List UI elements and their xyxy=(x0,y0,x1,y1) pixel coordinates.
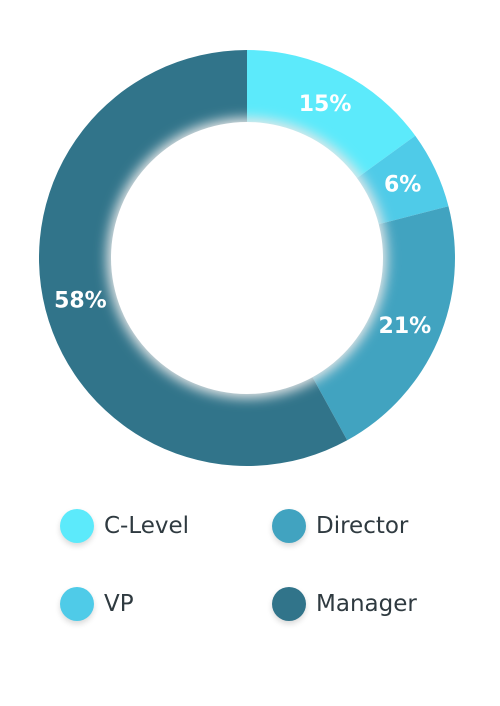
legend-label-director: Director xyxy=(316,513,409,539)
legend-swatch-c-level xyxy=(60,509,94,543)
legend-swatch-manager xyxy=(272,587,306,621)
slice-label-c-level: 15% xyxy=(299,92,352,117)
slice-label-manager: 58% xyxy=(54,288,107,313)
legend-item-director: Director xyxy=(272,509,408,543)
legend-item-c-level: C-Level xyxy=(60,509,189,543)
legend-swatch-director xyxy=(272,509,306,543)
donut-chart-svg: 15% 6% 21% 58% xyxy=(39,50,455,466)
donut-chart: 15% 6% 21% 58% xyxy=(0,0,500,500)
slice-label-vp: 6% xyxy=(384,172,421,197)
legend-label-c-level: C-Level xyxy=(104,513,190,539)
slice-label-director: 21% xyxy=(379,314,432,339)
legend-label-vp: VP xyxy=(104,591,134,617)
legend-item-manager: Manager xyxy=(272,587,417,621)
legend-swatch-vp xyxy=(60,587,94,621)
legend-label-manager: Manager xyxy=(316,591,417,617)
donut-hole xyxy=(111,122,383,394)
legend-item-vp: VP xyxy=(60,587,134,621)
